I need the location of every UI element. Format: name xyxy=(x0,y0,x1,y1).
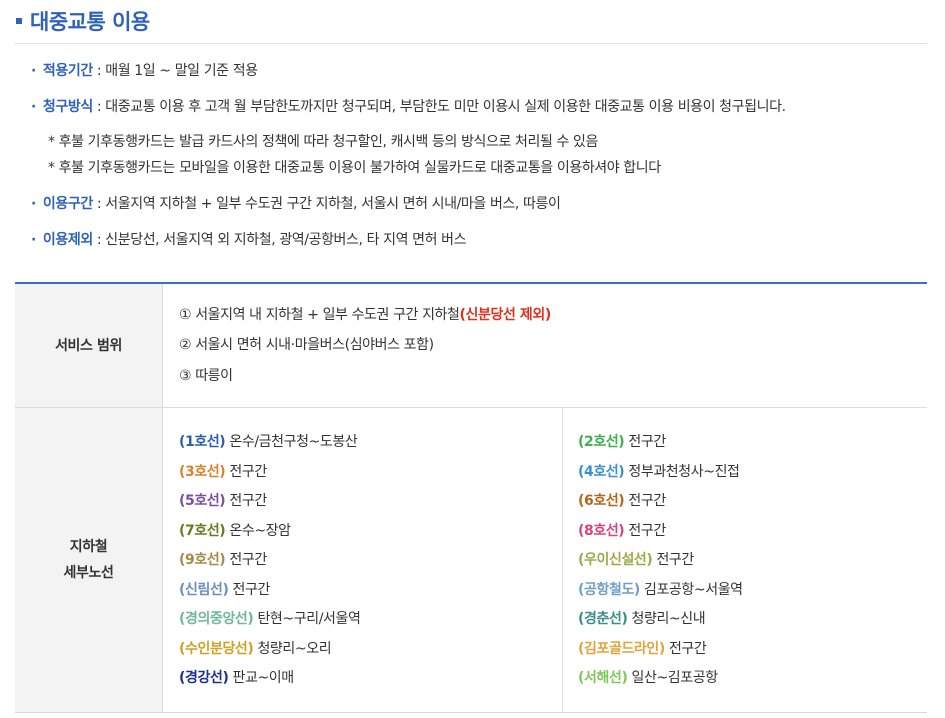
subway-line-name: (서해선) xyxy=(578,670,628,686)
info-item-range: · 이용구간 : 서울지역 지하철 + 일부 수도권 구간 지하철, 서울시 면허… xyxy=(31,193,561,213)
info-item-excluded: · 이용제외 : 신분당선, 서울지역 외 지하철, 광역/공항버스, 타 지역 … xyxy=(31,229,467,249)
subway-line-item: (7호선) 온수~장암 xyxy=(179,520,291,540)
subway-line-section: 전구간 xyxy=(228,582,270,598)
info-desc: : 서울지역 지하철 + 일부 수도권 구간 지하철, 서울시 면허 시내/마을… xyxy=(92,196,561,212)
subway-line-name: (우이신설선) xyxy=(578,552,653,568)
subway-line-name: (9호선) xyxy=(179,552,226,568)
subway-line-section: 김포공항~서울역 xyxy=(639,582,743,598)
info-note-1: * 후불 기후동행카드는 발급 카드사의 정책에 따라 청구할인, 캐시백 등의… xyxy=(48,134,599,150)
subway-line-item: (우이신설선) 전구간 xyxy=(578,549,694,569)
subway-line-section: 판교~이매 xyxy=(228,670,294,686)
service-scope-item-3: ③ 따릉이 xyxy=(179,368,233,384)
info-term: 적용기간 xyxy=(42,63,93,79)
subway-line-name: (7호선) xyxy=(179,523,226,539)
bullet-dot-icon: · xyxy=(31,196,36,212)
subway-line-name: (4호선) xyxy=(578,464,625,480)
subway-line-name: (6호선) xyxy=(578,493,625,509)
subway-line-section: 전구간 xyxy=(225,464,267,480)
subway-line-name: (김포골드라인) xyxy=(578,641,665,657)
subway-line-section: 온수/금천구청~도봉산 xyxy=(225,434,358,450)
bullet-dot-icon: · xyxy=(31,99,36,115)
subway-line-name: (신림선) xyxy=(179,582,229,598)
subway-line-item: (공항철도) 김포공항~서울역 xyxy=(578,579,743,599)
bullet-dot-icon: · xyxy=(31,232,36,248)
info-term: 이용구간 xyxy=(42,196,93,212)
subway-line-section: 온수~장암 xyxy=(225,523,291,539)
info-term: 이용제외 xyxy=(42,232,93,248)
subway-line-name: (1호선) xyxy=(179,434,226,450)
service-table: 서비스 범위 ① 서울지역 내 지하철 + 일부 수도권 구간 지하철(신분당선… xyxy=(15,282,927,713)
info-desc: : 매월 1일 ~ 말일 기준 적용 xyxy=(92,63,258,79)
info-desc: : 신분당선, 서울지역 외 지하철, 광역/공항버스, 타 지역 면허 버스 xyxy=(92,232,467,248)
subway-line-item: (신림선) 전구간 xyxy=(179,579,270,599)
service-scope-item-2: ② 서울시 면허 시내·마을버스(심야버스 포함) xyxy=(179,337,434,353)
subway-line-section: 전구간 xyxy=(624,434,666,450)
subway-line-name: (경의중앙선) xyxy=(179,611,254,627)
subway-line-name: (경강선) xyxy=(179,670,229,686)
subway-line-item: (경강선) 판교~이매 xyxy=(179,667,294,687)
subway-line-item: (수인분당선) 청량리~오리 xyxy=(179,638,332,658)
info-note-2: * 후불 기후동행카드는 모바일을 이용한 대중교통 이용이 불가하여 실물카드… xyxy=(48,160,661,176)
subway-line-item: (8호선) 전구간 xyxy=(578,520,666,540)
subway-line-item: (김포골드라인) 전구간 xyxy=(578,638,707,658)
header-divider xyxy=(14,43,927,44)
subway-line-name: (공항철도) xyxy=(578,582,640,598)
title-square-icon xyxy=(16,18,22,24)
subway-line-name: (2호선) xyxy=(578,434,625,450)
info-item-billing: · 청구방식 : 대중교통 이용 후 고객 월 부담한도까지만 청구되며, 부담한… xyxy=(31,96,786,116)
info-term: 청구방식 xyxy=(42,99,93,115)
subway-line-item: (3호선) 전구간 xyxy=(179,461,267,481)
subway-line-name: (경춘선) xyxy=(578,611,628,627)
subway-line-section: 전구간 xyxy=(624,493,666,509)
subway-line-section: 일산~김포공항 xyxy=(627,670,718,686)
info-desc: : 대중교통 이용 후 고객 월 부담한도까지만 청구되며, 부담한도 미만 이… xyxy=(92,99,786,115)
subway-line-section: 전구간 xyxy=(624,523,666,539)
subway-header-line-2: 세부노선 xyxy=(63,565,114,581)
page-title: 대중교통 이용 xyxy=(30,10,150,34)
subway-line-item: (9호선) 전구간 xyxy=(179,549,267,569)
subway-line-section: 전구간 xyxy=(664,641,707,657)
subway-lines-header: 지하철 세부노선 xyxy=(15,408,163,712)
subway-line-item: (경의중앙선) 탄현~구리/서울역 xyxy=(179,608,361,628)
subway-line-section: 전구간 xyxy=(225,552,267,568)
service-scope-item-1-text: ① 서울지역 내 지하철 + 일부 수도권 구간 지하철 xyxy=(179,307,460,323)
subway-line-section: 전구간 xyxy=(225,493,267,509)
subway-line-section: 정부과천청사~진접 xyxy=(624,464,740,480)
subway-line-section: 전구간 xyxy=(652,552,694,568)
service-scope-header-label: 서비스 범위 xyxy=(55,337,122,354)
service-scope-header: 서비스 범위 xyxy=(15,284,163,407)
subway-line-section: 청량리~오리 xyxy=(253,641,332,657)
bullet-dot-icon: · xyxy=(31,63,36,79)
subway-line-name: (5호선) xyxy=(179,493,226,509)
subway-line-item: (6호선) 전구간 xyxy=(578,490,666,510)
service-scope-item-1: ① 서울지역 내 지하철 + 일부 수도권 구간 지하철(신분당선 제외) xyxy=(179,304,551,324)
subway-line-item: (5호선) 전구간 xyxy=(179,490,267,510)
subway-line-section: 탄현~구리/서울역 xyxy=(253,611,361,627)
exclusion-highlight: (신분당선 제외) xyxy=(459,307,552,323)
column-divider xyxy=(562,408,563,712)
subway-line-name: (수인분당선) xyxy=(179,641,254,657)
subway-line-name: (3호선) xyxy=(179,464,226,480)
subway-line-section: 청량리~신내 xyxy=(627,611,706,627)
section-header: 대중교통 이용 xyxy=(15,6,150,36)
info-item-period: · 적용기간 : 매월 1일 ~ 말일 기준 적용 xyxy=(31,60,258,80)
subway-line-item: (4호선) 정부과천청사~진접 xyxy=(578,461,740,481)
subway-line-item: (경춘선) 청량리~신내 xyxy=(578,608,706,628)
subway-line-name: (8호선) xyxy=(578,523,625,539)
subway-header-line-1: 지하철 xyxy=(69,539,108,555)
subway-line-item: (2호선) 전구간 xyxy=(578,431,666,451)
subway-line-item: (서해선) 일산~김포공항 xyxy=(578,667,718,687)
subway-line-item: (1호선) 온수/금천구청~도봉산 xyxy=(179,431,358,451)
